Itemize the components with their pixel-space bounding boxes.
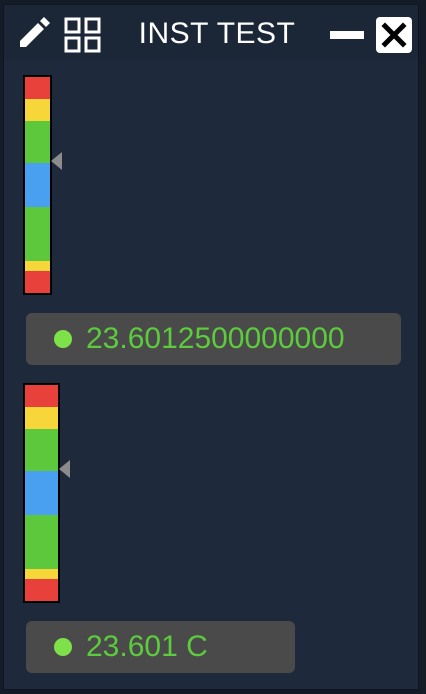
limit-red-low: [25, 271, 50, 293]
close-button[interactable]: [376, 17, 412, 53]
grid-layout-icon[interactable]: [64, 17, 102, 53]
window-title: INST TEST: [138, 17, 296, 50]
limit-blue-center: [25, 471, 58, 515]
status-dot-2: [54, 638, 72, 656]
limit-red-low: [25, 579, 58, 601]
value-text-2: 23.601 C: [86, 630, 208, 663]
limit-green-high: [25, 121, 50, 163]
limit-bar-2: [23, 383, 60, 603]
minimize-icon[interactable]: [330, 31, 364, 39]
limit-green-low: [25, 515, 58, 569]
value-display-2: 23.601 C: [26, 621, 295, 673]
title-bar: INST TEST: [4, 5, 418, 59]
limit-yellow-high: [25, 99, 50, 121]
value-text-1: 23.6012500000000: [86, 322, 345, 355]
limit-bar-1: [23, 75, 52, 295]
value-indicator-1: [51, 152, 62, 170]
value-indicator-2: [59, 460, 70, 478]
close-icon: [381, 22, 407, 48]
limit-yellow-high: [25, 407, 58, 429]
limit-yellow-low: [25, 569, 58, 579]
limit-green-high: [25, 429, 58, 471]
limit-red-high: [25, 77, 50, 99]
limit-green-low: [25, 207, 50, 261]
instrument-window: INST TEST 23.6012500000000 23.601 C: [3, 4, 419, 690]
value-display-1: 23.6012500000000: [26, 313, 401, 365]
edit-pencil-icon[interactable]: [16, 15, 52, 51]
limit-yellow-low: [25, 261, 50, 271]
limit-red-high: [25, 385, 58, 407]
limit-blue-center: [25, 163, 50, 207]
